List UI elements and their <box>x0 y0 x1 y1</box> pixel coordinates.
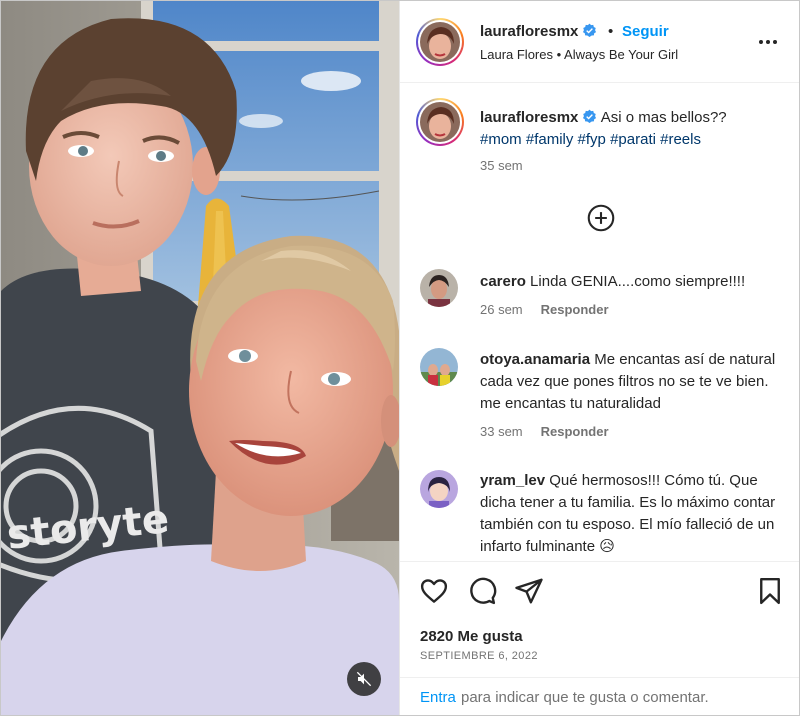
comment-meta: 33 sem Responder <box>480 424 609 439</box>
commenter-avatar-image <box>420 348 458 386</box>
reply-button[interactable]: Responder <box>541 302 609 317</box>
hashtag[interactable]: #parati <box>610 131 656 148</box>
more-options-icon[interactable] <box>756 30 780 54</box>
verified-badge-icon <box>583 109 597 123</box>
share-icon[interactable] <box>514 576 544 606</box>
instagram-post-window: storyte laurafloresmx • Seguir Laura Flo… <box>0 0 800 716</box>
reply-button[interactable]: Responder <box>541 424 609 439</box>
audio-muted-icon <box>356 671 372 687</box>
like-count[interactable]: 2820 Me gusta <box>420 628 523 645</box>
post-details-panel: laurafloresmx • Seguir Laura Flores • Al… <box>399 1 799 715</box>
author-avatar[interactable] <box>416 18 464 66</box>
login-prompt-text: para indicar que te gusta o comentar. <box>461 689 709 706</box>
bookmark-icon[interactable] <box>755 576 785 606</box>
hashtag[interactable]: #family <box>526 131 574 148</box>
verified-badge-icon <box>583 23 597 37</box>
comment: carero Linda GENIA....como siempre!!!! <box>480 271 786 293</box>
comment-username[interactable]: otoya.anamaria <box>480 351 590 368</box>
login-link[interactable]: Entra <box>420 689 456 706</box>
add-circle-icon[interactable] <box>587 204 615 232</box>
comment-time[interactable]: 26 sem <box>480 302 523 317</box>
caption-username[interactable]: laurafloresmx <box>480 109 578 126</box>
header-separator: • <box>608 23 614 40</box>
hashtag[interactable]: #mom <box>480 131 522 148</box>
caption-avatar[interactable] <box>416 98 464 146</box>
commenter-avatar-image <box>420 470 458 508</box>
comment-avatar[interactable] <box>420 348 458 386</box>
comment-username[interactable]: yram_lev <box>480 472 545 489</box>
hashtag[interactable]: #fyp <box>578 131 606 148</box>
post-header: laurafloresmx • Seguir Laura Flores • Al… <box>400 1 799 83</box>
post-actions: 2820 Me gusta SEPTIEMBRE 6, 2022 <box>400 561 799 681</box>
heart-icon[interactable] <box>419 576 449 606</box>
selfie-illustration: storyte <box>1 1 399 715</box>
author-username[interactable]: laurafloresmx <box>480 23 578 40</box>
commenter-avatar-image <box>420 269 458 307</box>
post-date[interactable]: SEPTIEMBRE 6, 2022 <box>420 650 538 662</box>
audio-muted-button[interactable] <box>347 662 381 696</box>
follow-button[interactable]: Seguir <box>622 23 669 40</box>
comment-meta: 26 sem Responder <box>480 302 609 317</box>
comment-username[interactable]: carero <box>480 273 526 290</box>
comment-time[interactable]: 33 sem <box>480 424 523 439</box>
comment: yram_lev Qué hermosos!!! Cómo tú. Que di… <box>480 470 786 558</box>
caption-avatar-image <box>420 102 460 142</box>
comment: otoya.anamaria Me encantas así de natura… <box>480 349 786 415</box>
comment-text: Linda GENIA....como siempre!!!! <box>530 273 746 290</box>
author-username-row[interactable]: laurafloresmx <box>480 23 597 40</box>
caption: laurafloresmx Asi o mas bellos?? #mom #f… <box>480 107 780 151</box>
comment-icon[interactable] <box>467 576 497 606</box>
comment-avatar[interactable] <box>420 269 458 307</box>
author-avatar-image <box>420 22 460 62</box>
post-photo[interactable]: storyte <box>1 1 399 715</box>
hashtag[interactable]: #reels <box>660 131 701 148</box>
caption-timestamp[interactable]: 35 sem <box>480 158 523 173</box>
caption-text: Asi o mas bellos?? <box>600 109 727 126</box>
login-prompt: Entra para indicar que te gusta o coment… <box>400 677 799 715</box>
comment-avatar[interactable] <box>420 470 458 508</box>
audio-subtitle[interactable]: Laura Flores • Always Be Your Girl <box>480 47 678 62</box>
